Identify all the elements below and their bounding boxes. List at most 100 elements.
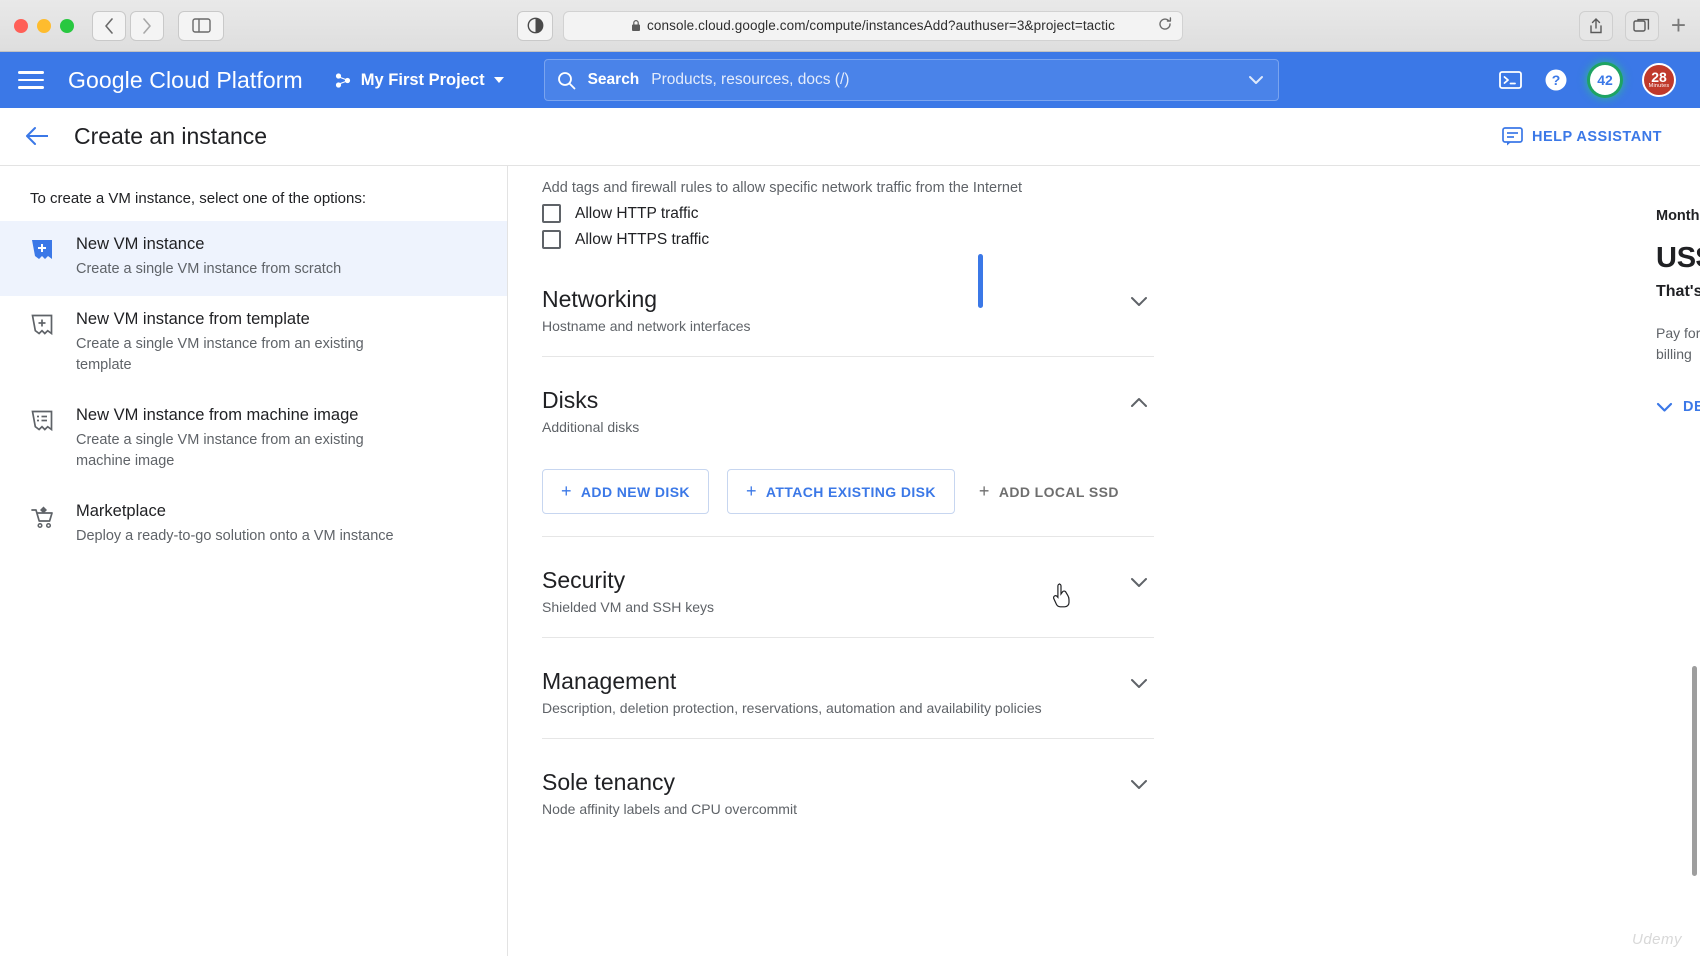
plus-icon: + — [745, 481, 757, 501]
sidebar-item-title: New VM instance from machine image — [76, 406, 359, 425]
brand-title[interactable]: Google Cloud Platform — [68, 67, 303, 94]
checkbox-label: Allow HTTP traffic — [575, 204, 699, 222]
checkbox-box-icon[interactable] — [542, 230, 561, 249]
chevron-down-icon — [493, 77, 504, 83]
new-tab-button[interactable]: + — [1671, 10, 1686, 41]
chevron-up-icon[interactable] — [1124, 387, 1154, 417]
section-disks[interactable]: Disks Additional disks + ADD NEW DISK + … — [542, 357, 1154, 537]
search-chevron-down-icon[interactable] — [1246, 70, 1266, 91]
add-new-disk-label: ADD NEW DISK — [580, 483, 690, 500]
checkbox-box-icon[interactable] — [542, 204, 561, 223]
section-sole-tenancy[interactable]: Sole tenancy Node affinity labels and CP… — [542, 739, 1154, 839]
vm-template-icon — [30, 310, 56, 376]
page-back-button[interactable] — [24, 124, 50, 150]
section-subtitle: Shielded VM and SSH keys — [542, 599, 714, 615]
section-title: Management — [542, 668, 677, 694]
section-subtitle: Hostname and network interfaces — [542, 318, 751, 334]
help-button[interactable]: ? — [1544, 68, 1568, 92]
sidebar-item-title: New VM instance from template — [76, 310, 310, 329]
section-networking[interactable]: Networking Hostname and network interfac… — [542, 256, 1154, 357]
section-subtitle: Additional disks — [542, 419, 640, 435]
checkbox-allow-https[interactable]: Allow HTTPS traffic — [542, 230, 1168, 249]
estimate-price: US$25.46 — [1656, 242, 1700, 274]
tab-overview-button[interactable] — [1624, 10, 1659, 41]
section-title: Sole tenancy — [542, 769, 675, 795]
section-subtitle: Node affinity labels and CPU overcommit — [542, 801, 797, 817]
search-icon — [557, 71, 575, 89]
avatar-count: 28 — [1651, 69, 1667, 86]
maximize-window-button[interactable] — [60, 18, 74, 33]
attach-existing-disk-button[interactable]: + ATTACH EXISTING DISK — [726, 469, 955, 514]
gcp-header-bar: Google Cloud Platform My First Project S… — [0, 52, 1700, 108]
add-new-disk-button[interactable]: + ADD NEW DISK — [542, 469, 709, 514]
page-body: To create a VM instance, select one of t… — [0, 166, 1700, 956]
sidebar-item-marketplace[interactable]: Marketplace Deploy a ready-to-go solutio… — [0, 488, 507, 563]
estimate-details-button[interactable]: DETAILS — [1656, 399, 1700, 415]
sidebar-item-new-vm-from-machine-image[interactable]: New VM instance from machine image Creat… — [0, 392, 507, 488]
new-vm-instance-icon — [30, 235, 56, 280]
window-traffic-lights[interactable] — [14, 18, 74, 33]
hamburger-menu-icon[interactable] — [18, 71, 44, 89]
sidebar-item-desc: Create a single VM instance from scratch — [76, 261, 342, 277]
avatar[interactable]: 28 Minutes — [1642, 63, 1676, 97]
chevron-down-icon[interactable] — [1124, 769, 1154, 799]
address-bar[interactable]: console.cloud.google.com/compute/instanc… — [563, 10, 1183, 41]
share-icon — [1590, 17, 1602, 33]
machine-image-icon — [30, 406, 56, 472]
chevron-down-icon[interactable] — [1124, 286, 1154, 316]
browser-nav-buttons[interactable] — [92, 10, 164, 41]
sidebar-item-desc: Create a single VM instance from an exis… — [76, 432, 364, 470]
minimize-window-button[interactable] — [37, 18, 51, 33]
reload-icon — [1159, 17, 1172, 30]
chevron-down-icon[interactable] — [1124, 567, 1154, 597]
disk-actions: + ADD NEW DISK + ATTACH EXISTING DISK + … — [542, 469, 1154, 514]
sidebar-item-new-vm-from-template[interactable]: New VM instance from template Create a s… — [0, 296, 507, 392]
attach-existing-disk-label: ATTACH EXISTING DISK — [765, 483, 936, 500]
help-icon: ? — [1545, 69, 1567, 91]
tab-overview-icon — [1633, 18, 1650, 32]
project-name-label: My First Project — [360, 70, 485, 89]
share-button[interactable] — [1578, 10, 1613, 41]
back-arrow-icon — [105, 17, 113, 34]
sidebar-item-new-vm-instance[interactable]: New VM instance Create a single VM insta… — [0, 221, 507, 297]
back-arrow-icon — [26, 126, 48, 145]
checkbox-label: Allow HTTPS traffic — [575, 230, 710, 248]
reader-contrast-icon — [527, 17, 543, 34]
monthly-estimate-panel: Monthly estimate US$25.46 That's about U… — [1656, 166, 1700, 415]
close-window-button[interactable] — [14, 18, 28, 33]
lock-icon — [632, 20, 641, 31]
cloud-shell-icon — [1499, 71, 1522, 89]
chevron-down-icon — [1656, 402, 1673, 412]
section-subtitle: Description, deletion protection, reserv… — [542, 700, 1042, 716]
vertical-scrollbar[interactable] — [1692, 666, 1697, 876]
reload-button[interactable] — [1158, 17, 1172, 34]
notification-badge[interactable]: 42 — [1590, 65, 1620, 95]
forward-arrow-icon — [143, 17, 151, 34]
chevron-down-icon[interactable] — [1124, 668, 1154, 698]
firewall-hint-text: Add tags and firewall rules to allow spe… — [542, 180, 1023, 196]
sidebar-intro-text: To create a VM instance, select one of t… — [30, 190, 367, 207]
sidebar-item-title: Marketplace — [76, 502, 166, 521]
plus-icon: + — [561, 481, 572, 501]
search-placeholder: Products, resources, docs (/) — [651, 71, 850, 88]
cloud-shell-button[interactable] — [1499, 70, 1522, 90]
plus-icon: + — [978, 481, 990, 501]
reader-contrast-button[interactable] — [517, 10, 553, 41]
search-input[interactable]: Search Products, resources, docs (/) — [543, 59, 1279, 101]
browser-chrome: console.cloud.google.com/compute/instanc… — [0, 0, 1700, 52]
help-assistant-button[interactable]: HELP ASSISTANT — [1502, 127, 1676, 146]
estimate-label: Monthly estimate — [1656, 208, 1700, 224]
back-button[interactable] — [92, 10, 126, 41]
add-local-ssd-button[interactable]: + ADD LOCAL SSD — [973, 470, 1125, 513]
project-selector-icon — [335, 72, 350, 88]
chat-message-icon — [1502, 127, 1523, 146]
checkbox-allow-http[interactable]: Allow HTTP traffic — [542, 204, 1168, 223]
estimate-details-label: DETAILS — [1683, 399, 1700, 415]
section-management[interactable]: Management Description, deletion protect… — [542, 638, 1154, 739]
forward-button[interactable] — [130, 10, 164, 41]
help-assistant-label: HELP ASSISTANT — [1532, 128, 1662, 145]
section-security[interactable]: Security Shielded VM and SSH keys — [542, 537, 1154, 638]
sidebar-toggle-button[interactable] — [178, 10, 224, 41]
project-selector[interactable]: My First Project — [335, 71, 504, 90]
page-titlebar: Create an instance HELP ASSISTANT — [0, 108, 1700, 166]
